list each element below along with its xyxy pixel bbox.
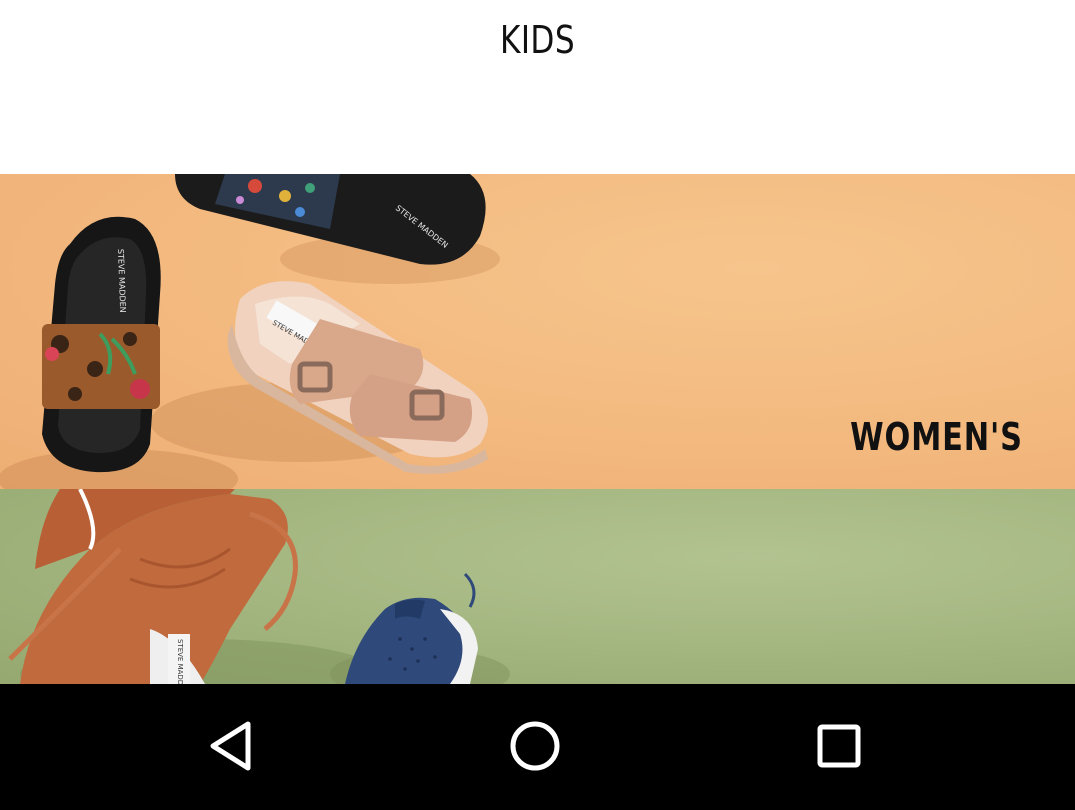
back-icon	[210, 721, 251, 771]
sneakers-photo: STEVE MADDEN	[8, 489, 510, 684]
recents-button[interactable]	[807, 714, 871, 778]
home-icon	[510, 721, 560, 771]
left-slide-sandal: STEVE MADDEN	[42, 216, 161, 473]
kids-category[interactable]: KIDS	[0, 0, 1075, 174]
womens-category-label: WOMEN'S	[850, 415, 1023, 459]
app-screen: KIDS STEVE MADDEN STEVE MADDEN STEVE MAD…	[0, 0, 1075, 810]
second-category-banner[interactable]: STEVE MADDEN	[0, 489, 1075, 684]
sneaker-brand-print: STEVE MADDEN	[176, 639, 184, 684]
system-navigation-bar	[0, 684, 1075, 810]
back-button[interactable]	[200, 714, 264, 778]
womens-category-banner[interactable]: STEVE MADDEN STEVE MADDEN STEVE MADDEN W…	[0, 174, 1075, 489]
recents-icon	[817, 724, 861, 768]
home-button[interactable]	[503, 714, 567, 778]
blue-perforated-sneaker	[345, 572, 478, 684]
kids-category-label: KIDS	[499, 18, 576, 62]
